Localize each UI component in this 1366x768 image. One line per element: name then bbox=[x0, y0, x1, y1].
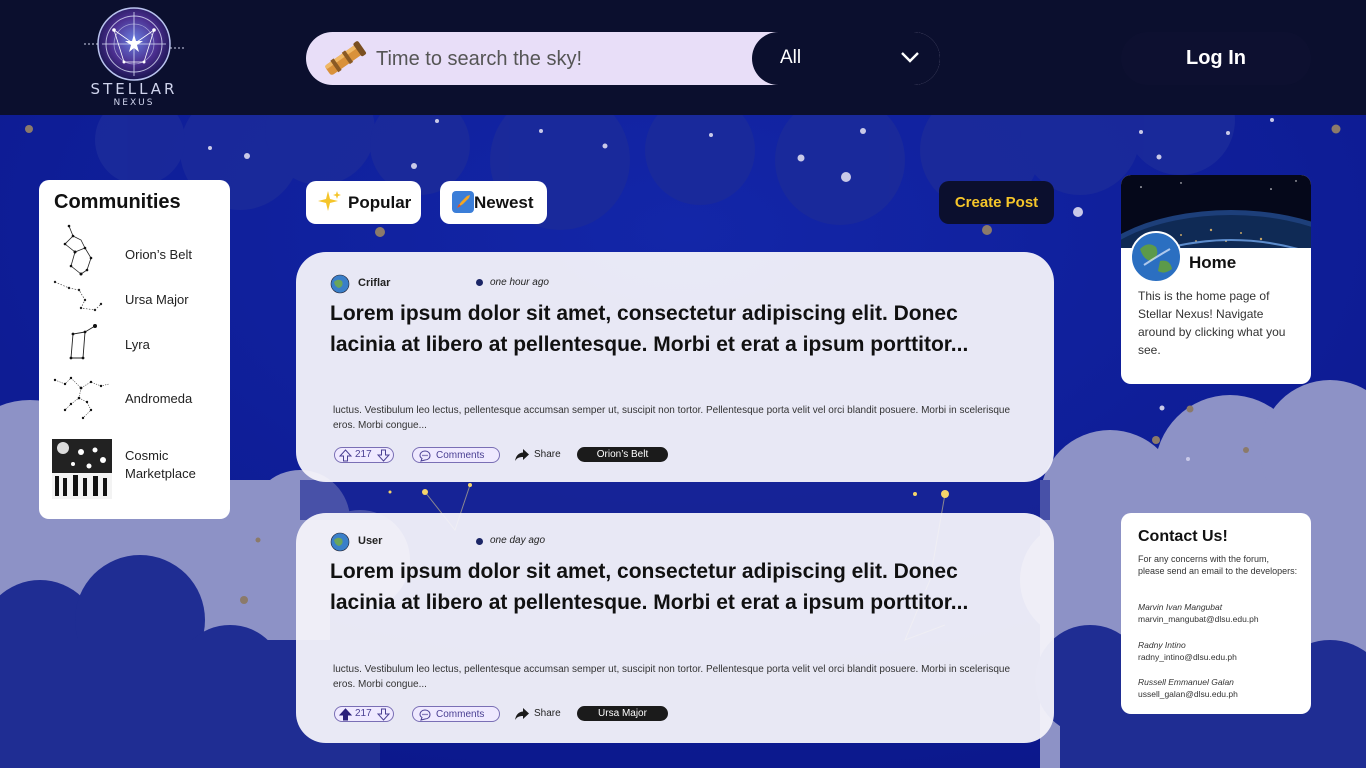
post-actions: 217 Comments Share Orion’s Belt bbox=[334, 447, 734, 465]
developer-email[interactable]: radny_intino@dlsu.edu.ph bbox=[1138, 651, 1308, 663]
post-author[interactable]: User bbox=[358, 535, 382, 547]
post-time: one hour ago bbox=[490, 277, 549, 288]
community-label: Lyra bbox=[125, 337, 150, 352]
developer-email[interactable]: marvin_mangubat@dlsu.edu.ph bbox=[1138, 613, 1308, 625]
share-button[interactable]: Share bbox=[514, 706, 564, 722]
share-button[interactable]: Share bbox=[514, 447, 564, 463]
home-title: Home bbox=[1189, 253, 1237, 272]
search-filter-value: All bbox=[780, 47, 802, 68]
sort-newest-label: Newest bbox=[474, 193, 534, 212]
community-item-ursa-major[interactable]: Ursa Major bbox=[51, 278, 223, 316]
developer-contact: Radny Intino radny_intino@dlsu.edu.ph bbox=[1138, 639, 1308, 663]
community-item-lyra[interactable]: Lyra bbox=[51, 322, 223, 362]
home-info-card: Home This is the home page of Stellar Ne… bbox=[1121, 175, 1311, 384]
post-title[interactable]: Lorem ipsum dolor sit amet, consectetur … bbox=[330, 298, 970, 360]
developer-email[interactable]: ussell_galan@dlsu.edu.ph bbox=[1138, 688, 1308, 700]
comments-button[interactable]: Comments bbox=[412, 447, 500, 463]
post-author[interactable]: Criflar bbox=[358, 277, 390, 289]
post-actions: 217 Comments Share Ursa Major bbox=[334, 706, 734, 724]
post-card[interactable]: User one day ago Lorem ipsum dolor sit a… bbox=[296, 513, 1054, 743]
separator-dot bbox=[476, 538, 483, 545]
telescope-icon bbox=[325, 41, 367, 75]
comments-label: Comments bbox=[436, 450, 485, 461]
chevron-down-icon bbox=[901, 52, 919, 63]
communities-title: Communities bbox=[54, 191, 181, 213]
logo-title: STELLAR bbox=[90, 80, 178, 98]
share-arrow-icon bbox=[515, 708, 529, 720]
comment-bubble-icon bbox=[419, 709, 431, 721]
post-body: luctus. Vestibulum leo lectus, pellentes… bbox=[333, 664, 1011, 690]
login-button[interactable]: Log In bbox=[1121, 32, 1311, 85]
logo-subtitle: NEXUS bbox=[113, 98, 155, 108]
community-label: Andromeda bbox=[125, 391, 193, 406]
community-tag[interactable]: Orion’s Belt bbox=[577, 447, 668, 462]
community-item-andromeda[interactable]: Andromeda bbox=[51, 374, 223, 424]
communities-panel: Communities Orion’s Belt Ursa Major Lyra… bbox=[39, 180, 230, 519]
community-tag[interactable]: Ursa Major bbox=[577, 706, 668, 721]
search-filter-select[interactable]: All bbox=[752, 32, 940, 85]
rocket-icon bbox=[452, 191, 474, 213]
developer-name: Radny Intino bbox=[1138, 640, 1186, 650]
developer-name: Russell Emmanuel Galan bbox=[1138, 677, 1234, 687]
developer-contact: Marvin Ivan Mangubat marvin_mangubat@dls… bbox=[1138, 601, 1308, 625]
downvote-icon[interactable] bbox=[377, 449, 390, 462]
ursa-major-constellation-icon bbox=[53, 280, 103, 312]
vote-count: 217 bbox=[355, 449, 372, 460]
sort-popular-label: Popular bbox=[348, 193, 412, 212]
share-label: Share bbox=[534, 449, 561, 460]
home-description: This is the home page of Stellar Nexus! … bbox=[1138, 289, 1286, 357]
upvote-filled-icon[interactable] bbox=[339, 708, 352, 721]
lyra-constellation-icon bbox=[69, 324, 97, 360]
community-label: Cosmic Marketplace bbox=[125, 448, 196, 481]
post-body: luctus. Vestibulum leo lectus, pellentes… bbox=[333, 405, 1011, 431]
community-item-orions-belt[interactable]: Orion’s Belt bbox=[51, 222, 223, 280]
sparkles-icon bbox=[318, 191, 341, 211]
post-time: one day ago bbox=[490, 535, 546, 546]
contact-intro: For any concerns with the forum, please … bbox=[1138, 554, 1298, 576]
sort-newest-button[interactable]: Newest bbox=[440, 181, 547, 224]
post-title[interactable]: Lorem ipsum dolor sit amet, consectetur … bbox=[330, 556, 970, 618]
stellar-nexus-logo[interactable]: STELLAR NEXUS bbox=[72, 4, 196, 112]
community-item-cosmic-marketplace[interactable]: Cosmic Marketplace bbox=[51, 438, 223, 500]
marketplace-image bbox=[52, 439, 112, 499]
sort-popular-button[interactable]: Popular bbox=[306, 181, 421, 224]
search-input[interactable] bbox=[376, 40, 746, 78]
orion-constellation-icon bbox=[63, 224, 93, 276]
vote-control: 217 bbox=[334, 447, 394, 463]
search-bar: All bbox=[306, 32, 940, 85]
andromeda-constellation-icon bbox=[53, 376, 110, 420]
earth-globe-icon bbox=[1130, 231, 1182, 283]
user-avatar bbox=[330, 532, 350, 552]
separator-dot bbox=[476, 279, 483, 286]
developer-name: Marvin Ivan Mangubat bbox=[1138, 602, 1223, 612]
post-card[interactable]: Criflar one hour ago Lorem ipsum dolor s… bbox=[296, 252, 1054, 482]
share-label: Share bbox=[534, 708, 561, 719]
contact-card: Contact Us! For any concerns with the fo… bbox=[1121, 513, 1311, 714]
user-avatar bbox=[330, 274, 350, 294]
developer-contact: Russell Emmanuel Galan ussell_galan@dlsu… bbox=[1138, 676, 1308, 700]
top-header: STELLAR NEXUS All Log In bbox=[0, 0, 1366, 115]
vote-count: 217 bbox=[355, 708, 372, 719]
community-label: Orion’s Belt bbox=[125, 247, 192, 262]
community-label: Ursa Major bbox=[125, 292, 189, 307]
share-arrow-icon bbox=[515, 449, 529, 461]
contact-title: Contact Us! bbox=[1138, 528, 1228, 545]
comment-bubble-icon bbox=[419, 450, 431, 462]
comments-button[interactable]: Comments bbox=[412, 706, 500, 722]
upvote-icon[interactable] bbox=[339, 449, 352, 462]
comments-label: Comments bbox=[436, 709, 485, 720]
vote-control: 217 bbox=[334, 706, 394, 722]
create-post-button[interactable]: Create Post bbox=[939, 181, 1054, 224]
downvote-icon[interactable] bbox=[377, 708, 390, 721]
